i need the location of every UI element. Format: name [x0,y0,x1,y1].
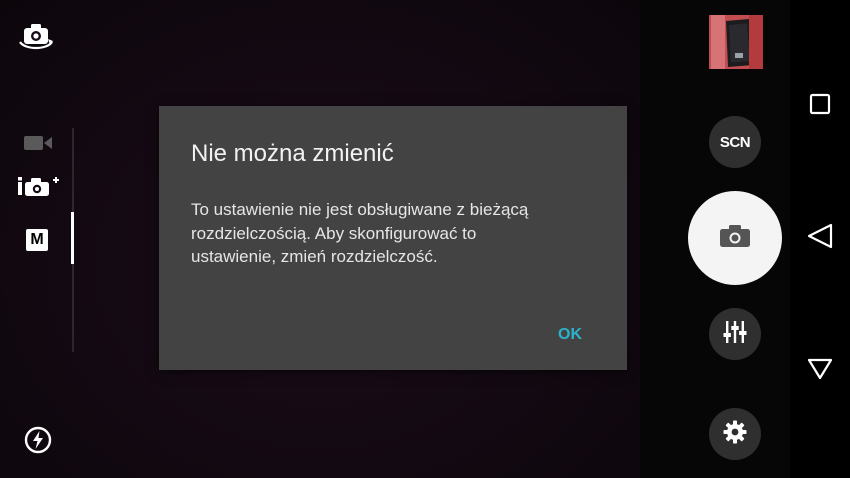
mode-selected-indicator [71,212,74,264]
error-dialog: Nie można zmienić To ustawienie nie jest… [159,106,627,370]
scene-label: SCN [719,133,751,151]
home-button[interactable] [805,356,835,386]
manual-mode-label: M [30,231,44,248]
superior-auto-icon[interactable] [16,172,62,200]
down-triangle-icon [807,357,833,386]
video-camera-icon[interactable] [20,130,56,156]
shutter-button[interactable] [688,191,782,285]
last-photo-thumbnail[interactable] [709,15,763,69]
dialog-message: To ustawienie nie jest obsługiwane z bie… [191,200,529,266]
camera-shutter-icon [718,223,752,254]
adjustments-button[interactable] [709,308,761,360]
recents-button[interactable] [806,92,834,120]
dialog-title: Nie można zmienić [191,140,394,167]
square-recents-icon [809,93,831,120]
back-button[interactable] [804,222,836,254]
gear-icon [722,419,748,450]
camera-screen: M Nie można zmienić To ustawienie nie je… [0,0,850,478]
scene-selection-button[interactable]: SCN [709,116,761,168]
switch-camera-icon[interactable] [16,20,56,54]
flash-auto-icon[interactable] [22,424,54,456]
sliders-icon [722,319,748,350]
settings-button[interactable] [709,408,761,460]
ok-button[interactable]: OK [545,320,595,350]
back-triangle-icon [806,222,834,255]
manual-mode-icon[interactable]: M [24,227,50,253]
